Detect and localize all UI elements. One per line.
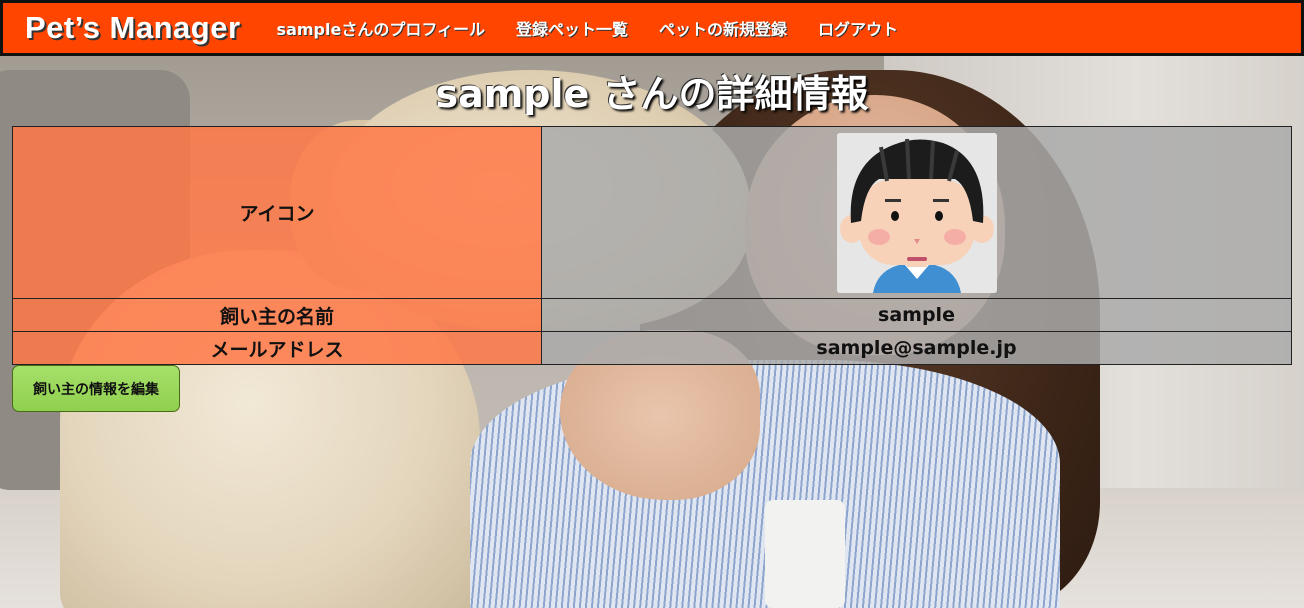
brand-logo[interactable]: Pet’s Manager bbox=[25, 10, 241, 46]
page-title: sample さんの詳細情報 bbox=[435, 72, 869, 116]
nav-new-pet-link[interactable]: ペットの新規登録 bbox=[659, 16, 787, 40]
owner-detail-table: アイコン 飼い主の名前 sample メールアドレス sample@sample… bbox=[12, 126, 1292, 365]
table-row: メールアドレス sample@sample.jp bbox=[12, 331, 1292, 365]
icon-label-cell: アイコン bbox=[12, 126, 542, 299]
nav-logout-link[interactable]: ログアウト bbox=[818, 16, 898, 40]
icon-value-cell bbox=[541, 126, 1292, 299]
nav-profile-link[interactable]: sampleさんのプロフィール bbox=[277, 16, 485, 40]
avatar bbox=[836, 132, 997, 293]
table-row: 飼い主の名前 sample bbox=[12, 298, 1292, 332]
main-nav: sampleさんのプロフィール 登録ペット一覧 ペットの新規登録 ログアウト bbox=[277, 16, 899, 40]
main-content: sample さんの詳細情報 アイコン 飼い主の名前 sample メールアドレ… bbox=[0, 56, 1304, 412]
edit-owner-button[interactable]: 飼い主の情報を編集 bbox=[12, 365, 180, 412]
nav-pet-list-link[interactable]: 登録ペット一覧 bbox=[516, 16, 628, 40]
owner-name-label-cell: 飼い主の名前 bbox=[12, 298, 542, 332]
owner-name-value-cell: sample bbox=[541, 298, 1292, 332]
top-navbar: Pet’s Manager sampleさんのプロフィール 登録ペット一覧 ペッ… bbox=[0, 0, 1304, 56]
email-value-cell: sample@sample.jp bbox=[541, 331, 1292, 365]
email-label-cell: メールアドレス bbox=[12, 331, 542, 365]
table-row: アイコン bbox=[12, 126, 1292, 299]
